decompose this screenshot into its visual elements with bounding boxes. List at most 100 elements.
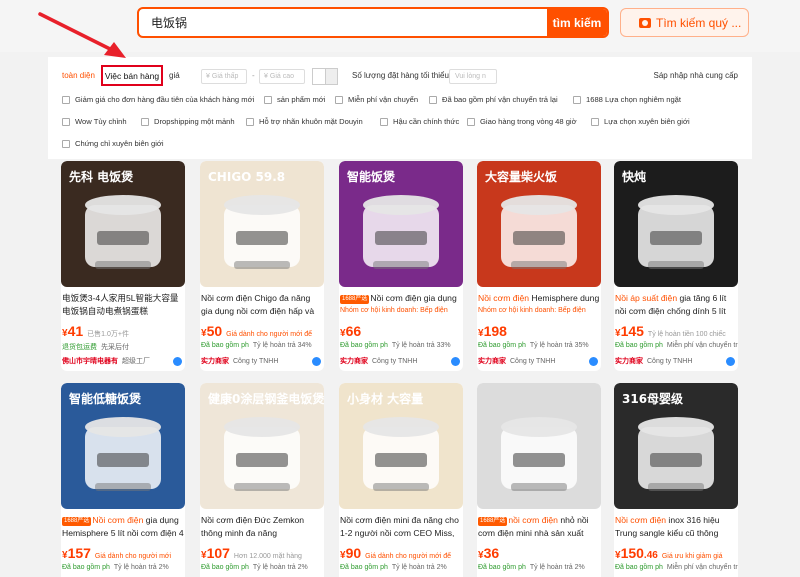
shop-name[interactable]: 超级工厂 (122, 356, 150, 366)
product-card[interactable]: 智能低糖饭煲 1688严选 Nồi cơm điện gia dụng Hemis… (61, 383, 185, 577)
checkbox[interactable] (62, 139, 70, 148)
shop-type[interactable]: 实力商家 (615, 356, 643, 366)
product-sub: Nhóm cơ hội kinh doanh: Bếp điện (478, 307, 586, 314)
filter-label: 1688 Lựa chọn nghiêm ngặt (586, 95, 682, 104)
checkbox[interactable] (246, 117, 254, 126)
tag-shipping: Đã bao gồm ph (201, 564, 249, 571)
product-card[interactable]: 大容量柴火饭 Nồi cơm điện Hemisphere dung Nhóm… (477, 161, 601, 371)
shop-name[interactable]: Công ty TNHH (647, 358, 692, 365)
moq-input[interactable]: Vui lòng n (449, 69, 497, 84)
filter-dropshipping[interactable]: Dropshipping một mảnh (141, 117, 235, 126)
product-title[interactable]: Nồi cơm điện inox 316 hiệu Trung sangle … (615, 514, 737, 540)
filter-new-product[interactable]: sản phẩm mới (264, 95, 325, 104)
image-search-button[interactable]: Tìm kiếm quý ... (620, 8, 749, 37)
product-image[interactable]: 大容量柴火饭 (477, 161, 601, 287)
view-toggle[interactable] (312, 68, 338, 85)
filter-cross-border-selection[interactable]: Lựa chọn xuyên biên giới (591, 117, 690, 126)
product-card[interactable]: 先科 电饭煲 电饭煲3-4人家用5L智能大容量电饭锅自动电煮锅蛋糕 ¥41 已售… (61, 161, 185, 371)
filter-cross-border-cert[interactable]: Chứng chỉ xuyên biên giới (62, 139, 164, 148)
product-image[interactable]: 小身材 大容量 (339, 383, 463, 509)
checkbox[interactable] (62, 117, 70, 126)
product-image[interactable]: 快炖 (614, 161, 738, 287)
shop-name[interactable]: Công ty TNHH (372, 358, 417, 365)
product-image[interactable] (477, 383, 601, 509)
shop-type[interactable]: 实力商家 (201, 356, 229, 366)
product-card[interactable]: 1688严选 nồi cơm điện nhỏ nồi cơm điện mini… (477, 383, 601, 577)
product-image[interactable]: 智能低糖饭煲 (61, 383, 185, 509)
chat-icon[interactable] (173, 356, 182, 366)
checkbox[interactable] (573, 95, 581, 104)
sort-sales-tab[interactable]: Việc bán hàng (101, 65, 163, 86)
checkbox[interactable] (591, 117, 599, 126)
filter-strict-selection[interactable]: 1688 Lựa chọn nghiêm ngặt (573, 95, 681, 104)
product-title[interactable]: Nồi cơm điện Đức Zemkon thông minh đa nă… (201, 514, 323, 540)
product-image[interactable]: 316母婴级 (614, 383, 738, 509)
product-card[interactable]: CHIGO 59.8 Nồi cơm điện Chigo đa năng gi… (200, 161, 324, 371)
price-max-input[interactable]: ¥ Giá cao (259, 69, 305, 84)
yen-icon: ¥ (206, 73, 210, 80)
filter-new-customer-discount[interactable]: Giảm giá cho đơn hàng đầu tiên của khách… (62, 95, 254, 104)
chat-icon[interactable] (589, 356, 598, 366)
product-title[interactable]: Nồi áp suất điện gia tăng 6 lít nồi cơm … (615, 292, 737, 318)
filter-douyin-label[interactable]: Hỗ trợ nhãn khuôn mặt Douyin (246, 117, 363, 126)
product-meta: Hơn 12.000 mặt hàng (233, 553, 302, 560)
search-input[interactable] (139, 9, 549, 36)
product-title[interactable]: Nồi cơm điện Chigo đa năng gia dụng nồi … (201, 292, 323, 318)
title-text: Nồi cơm điện mini đa năng cho 1-2 người … (340, 515, 459, 538)
price-main: 66 (345, 323, 362, 339)
filter-official-logistics[interactable]: Hậu cần chính thức (380, 117, 459, 126)
service-tags: Đã bao gồm ph Tỷ lệ hoàn trả 33% (340, 342, 451, 349)
shop-name[interactable]: Công ty TNHH (510, 358, 555, 365)
price-min-input[interactable]: ¥ Giá thấp (201, 69, 247, 84)
product-title[interactable]: 1688严选 Nồi cơm điện gia dụng Hemisphere 5… (62, 514, 184, 540)
product-price: ¥36 (478, 545, 500, 561)
checkbox[interactable] (429, 95, 437, 104)
product-card[interactable]: 316母婴级 Nồi cơm điện inox 316 hiệu Trung … (614, 383, 738, 577)
product-price: ¥198 (478, 323, 507, 339)
filter-free-shipping[interactable]: Miễn phí vận chuyển (335, 95, 418, 104)
shop-name[interactable]: Công ty TNHH (233, 358, 278, 365)
merge-suppliers-toggle[interactable]: Sáp nhập nhà cung cấp (653, 71, 738, 80)
filter-wow-custom[interactable]: Wow Tùy chỉnh (62, 117, 127, 126)
price-min-placeholder: Giá thấp (211, 73, 239, 80)
product-title[interactable]: 1688严选 nồi cơm điện nhỏ nồi cơm điện mini… (478, 514, 600, 540)
shop-type[interactable]: 实力商家 (478, 356, 506, 366)
checkbox[interactable] (141, 117, 149, 126)
checkbox[interactable] (264, 95, 272, 104)
product-title[interactable]: 电饭煲3-4人家用5L智能大容量电饭锅自动电煮锅蛋糕 (62, 292, 184, 318)
chat-icon[interactable] (726, 356, 735, 366)
sort-comprehensive[interactable]: toàn diện (62, 71, 95, 80)
search-button[interactable]: tìm kiếm (547, 9, 607, 36)
product-image[interactable]: 先科 电饭煲 (61, 161, 185, 287)
checkbox[interactable] (335, 95, 343, 104)
service-tags: 退货包运费 先采后付 (62, 342, 129, 352)
filter-return-shipping[interactable]: Đã bao gồm phí vận chuyển trả lại (429, 95, 558, 104)
product-image[interactable]: 智能饭煲 (339, 161, 463, 287)
product-image[interactable]: 健康0涂层钢釜电饭煲 (200, 383, 324, 509)
filter-48h-delivery[interactable]: Giao hàng trong vòng 48 giờ (467, 117, 577, 126)
product-card[interactable]: 小身材 大容量 Nồi cơm điện mini đa năng cho 1-… (339, 383, 463, 577)
product-card[interactable]: 智能饭煲 1688严选 Nồi cơm điện gia dụng Nhóm cơ… (339, 161, 463, 371)
list-view-icon[interactable] (325, 69, 337, 84)
grid-view-icon[interactable] (313, 69, 326, 84)
product-title[interactable]: Nồi cơm điện Hemisphere dung (478, 292, 600, 318)
product-image-art: 快炖 (614, 161, 738, 287)
shop-type[interactable]: 实力商家 (340, 356, 368, 366)
tag-return-rate: Miễn phí vận chuyển trả lại (666, 342, 738, 349)
product-title[interactable]: 1688严选 Nồi cơm điện gia dụng (340, 292, 462, 318)
shop-type[interactable]: 佛山市宇晴电器有 (62, 356, 118, 366)
product-card[interactable]: 快炖 Nồi áp suất điện gia tăng 6 lít nồi c… (614, 161, 738, 371)
chat-icon[interactable] (451, 356, 460, 366)
checkbox[interactable] (380, 117, 388, 126)
product-card[interactable]: 健康0涂层钢釜电饭煲 Nồi cơm điện Đức Zemkon thông… (200, 383, 324, 577)
product-title[interactable]: Nồi cơm điện mini đa năng cho 1-2 người … (340, 514, 462, 540)
tag-return-rate: Tỷ lệ hoàn trả 35% (529, 342, 589, 349)
checkbox[interactable] (62, 95, 70, 104)
filter-label: Giảm giá cho đơn hàng đầu tiên của khách… (75, 95, 255, 104)
shop-row: 实力商家 Công ty TNHH (478, 356, 600, 366)
checkbox[interactable] (467, 117, 475, 126)
sort-price[interactable]: giá (169, 71, 180, 80)
service-tags: Đã bao gồm ph Tỷ lệ hoàn trả 2% (340, 564, 447, 571)
product-image[interactable]: CHIGO 59.8 (200, 161, 324, 287)
chat-icon[interactable] (312, 356, 321, 366)
